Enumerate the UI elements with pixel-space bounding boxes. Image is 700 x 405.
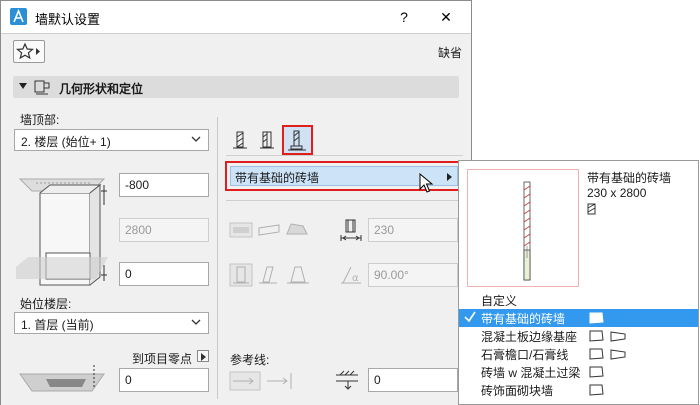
project-zero-toggle-button[interactable] <box>197 350 209 362</box>
favorites-button[interactable] <box>13 40 45 63</box>
preview-profile-size: 230 x 2800 <box>587 186 647 200</box>
wall-thickness-icon <box>340 219 362 241</box>
wall-profile-icon <box>589 348 629 363</box>
wall-top-label: 墙顶部: <box>20 113 60 127</box>
menu-item-label: 带有基础的砖墙 <box>481 312 566 326</box>
bottom-offset-input[interactable]: 0 <box>119 262 209 286</box>
profile-selector-value: 带有基础的砖墙 <box>235 171 320 185</box>
reference-line-label: 参考线: <box>230 353 270 367</box>
preview-profile-name: 带有基础的砖墙 <box>587 171 672 185</box>
composite-wall-button[interactable] <box>257 129 277 151</box>
column-divider <box>217 117 218 399</box>
profile-popup-menu: 带有基础的砖墙 230 x 2800 自定义 带有基础的砖墙 混凝土板边缘基座 … <box>458 160 699 405</box>
ref-line-center-icon <box>267 373 292 389</box>
wall-top-select-value: 2. 楼层 (始位+ 1) <box>21 135 111 149</box>
reference-line-buttons[interactable] <box>229 369 299 393</box>
basic-wall-icon <box>233 131 247 149</box>
home-story-select-value: 1. 首层 (当前) <box>21 318 94 332</box>
default-label: 缺省 <box>438 46 463 60</box>
project-zero-input[interactable]: 0 <box>119 368 209 392</box>
top-offset-input[interactable]: -800 <box>119 173 209 197</box>
help-button[interactable]: ? <box>391 5 417 29</box>
basic-wall-button[interactable] <box>230 129 250 151</box>
profile-preview <box>467 169 579 287</box>
menu-item-label: 自定义 <box>481 294 518 308</box>
geometry-icon <box>33 79 53 98</box>
home-story-label: 始位楼层: <box>20 297 72 311</box>
wall-structure-icon <box>587 203 596 215</box>
menu-item-label: 砖墙 w 混凝土过梁 <box>481 366 581 380</box>
composite-wall-icon <box>260 131 274 149</box>
straight-wall-icon <box>229 222 253 238</box>
window-title: 墙默认设置 <box>35 12 101 27</box>
wall-profile-icon <box>589 312 629 327</box>
collapse-triangle-icon[interactable] <box>19 83 27 89</box>
reference-offset-input[interactable]: 0 <box>368 368 458 392</box>
wall-geometry-buttons[interactable] <box>229 219 311 241</box>
chevron-down-icon <box>191 319 201 325</box>
profile-preview-drawing <box>523 181 531 281</box>
double-slanted-wall-icon <box>287 266 309 284</box>
wall-profile-icon <box>589 384 629 399</box>
slant-angle-icon: α <box>341 266 361 284</box>
polygon-wall-icon <box>286 223 308 235</box>
menu-item-label: 砖饰面砌块墙 <box>481 384 554 398</box>
menu-item-brick-veneer-block-wall[interactable]: 砖饰面砌块墙 <box>459 381 698 399</box>
menu-item-custom[interactable]: 自定义 <box>459 291 698 309</box>
menu-item-label: 石膏檐口/石膏线 <box>481 348 569 362</box>
mouse-cursor-icon <box>419 173 434 193</box>
complex-profile-button[interactable] <box>282 125 313 155</box>
menu-item-concrete-slab-edge-footing[interactable]: 混凝土板边缘基座 <box>459 327 698 345</box>
divider <box>226 155 463 156</box>
home-story-select[interactable]: 1. 首层 (当前) <box>14 312 209 334</box>
wall-profile-icon <box>589 330 629 345</box>
submenu-arrow-icon <box>447 173 452 181</box>
geometry-positioning-section-header[interactable]: 几何形状和定位 <box>13 76 459 98</box>
menu-item-brick-wall-with-footing[interactable]: 带有基础的砖墙 <box>459 309 698 327</box>
slant-angle-input[interactable]: 90.00° <box>368 263 458 287</box>
wall-height-input[interactable]: 2800 <box>119 218 209 242</box>
complex-profile-icon <box>288 130 306 151</box>
archicad-app-icon <box>10 8 27 25</box>
star-icon <box>15 42 40 60</box>
vertical-wall-icon <box>229 263 253 287</box>
to-project-zero-label: 到项目零点 <box>132 352 193 366</box>
wall-top-select[interactable]: 2. 楼层 (始位+ 1) <box>14 129 209 151</box>
reference-offset-icon <box>336 370 358 390</box>
trapezoid-wall-icon <box>258 224 280 236</box>
triangle-right-icon <box>201 353 206 361</box>
section-title: 几何形状和定位 <box>59 82 144 96</box>
menu-item-plaster-cornice[interactable]: 石膏檐口/石膏线 <box>459 345 698 363</box>
divider <box>1 33 471 34</box>
wall-height-diagram <box>16 178 108 392</box>
chevron-down-icon <box>191 136 201 142</box>
svg-text:α: α <box>352 273 359 284</box>
menu-item-brick-wall-concrete-lintel[interactable]: 砖墙 w 混凝土过梁 <box>459 363 698 381</box>
checkmark-icon <box>464 310 476 327</box>
title-bar: 墙默认设置 ? ✕ <box>1 1 471 33</box>
wall-profile-icon <box>589 366 629 381</box>
close-button[interactable]: ✕ <box>433 5 459 29</box>
ref-line-outside-icon <box>229 371 261 391</box>
slanted-wall-icon <box>259 266 277 284</box>
divider <box>226 200 463 201</box>
wall-slant-buttons[interactable] <box>229 263 311 287</box>
wall-default-settings-dialog: 墙默认设置 ? ✕ 缺省 几何形状和定位 墙顶部: 2. 楼层 (始位+ 1) <box>0 0 472 405</box>
menu-item-label: 混凝土板边缘基座 <box>481 330 578 344</box>
wall-thickness-input[interactable]: 230 <box>368 218 458 242</box>
